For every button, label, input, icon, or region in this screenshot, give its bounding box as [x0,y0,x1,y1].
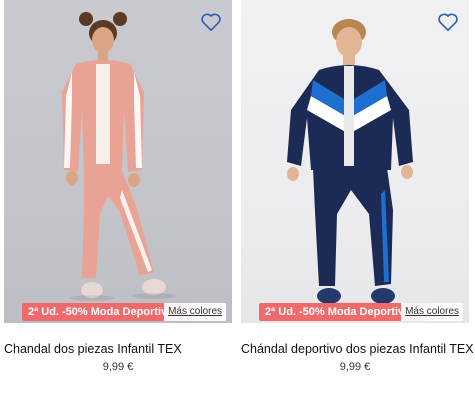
product-card[interactable]: 2ª Ud. -50% Moda Deportiva Infantil Más … [241,0,474,373]
product-image[interactable]: 2ª Ud. -50% Moda Deportiva Infantil Más … [241,0,469,323]
favorite-heart-icon[interactable] [200,12,222,32]
product-photo-boy-navy-tracksuit [287,19,413,308]
product-title[interactable]: Chándal deportivo dos piezas Infantil TE… [241,342,474,356]
favorite-heart-icon[interactable] [437,12,459,32]
product-card[interactable]: 2ª Ud. -50% Moda Deportiva Infantil Más … [4,0,232,373]
product-price: 9,99 € [339,361,371,373]
more-colors-link[interactable]: Más colores [401,303,463,321]
more-colors-link[interactable]: Más colores [164,303,226,321]
product-photo-girl-pink-tracksuit [62,12,176,301]
product-grid: 2ª Ud. -50% Moda Deportiva Infantil Más … [0,0,475,406]
product-title[interactable]: Chandal dos piezas Infantil TEX [4,342,232,356]
product-image[interactable]: 2ª Ud. -50% Moda Deportiva Infantil Más … [4,0,232,323]
product-price: 9,99 € [102,361,134,373]
